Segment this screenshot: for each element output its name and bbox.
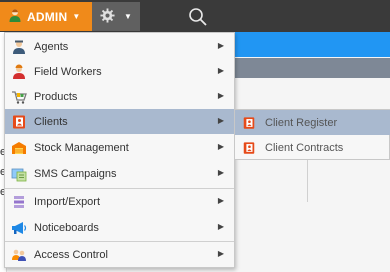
submenu-item-client-register[interactable]: Client Register — [235, 110, 390, 135]
agent-icon — [10, 38, 28, 56]
menu-item-label: Import/Export — [34, 195, 101, 208]
admin-dropdown-menu: Agents ▶ Field Workers ▶ Products ▶ Clie… — [4, 32, 235, 268]
search-icon[interactable] — [188, 7, 208, 27]
chevron-right-icon: ▶ — [217, 142, 224, 151]
menu-item-stock-management[interactable]: Stock Management ▶ — [5, 135, 234, 160]
chevron-right-icon: ▶ — [217, 41, 224, 50]
clients-submenu: Client Register Client Contracts — [235, 109, 390, 160]
menu-item-clients[interactable]: Clients ▶ — [5, 109, 234, 134]
chevron-right-icon: ▶ — [217, 116, 224, 125]
menu-item-label: Agents — [34, 40, 69, 53]
page-subheader-band — [235, 58, 390, 78]
stock-box-icon — [10, 139, 28, 157]
chevron-right-icon: ▶ — [217, 66, 224, 75]
chevron-down-icon: ▼ — [124, 12, 132, 21]
chevron-right-icon: ▶ — [217, 168, 224, 177]
megaphone-icon — [10, 219, 28, 237]
menu-item-sms-campaigns[interactable]: SMS Campaigns ▶ — [5, 161, 234, 186]
client-book-icon — [241, 140, 257, 156]
chevron-down-icon: ▼ — [72, 12, 81, 21]
menu-item-import-export[interactable]: Import/Export ▶ — [5, 189, 234, 214]
chevron-right-icon: ▶ — [217, 222, 224, 231]
submenu-item-label: Client Contracts — [265, 141, 344, 154]
client-book-icon — [10, 113, 28, 131]
access-users-icon — [10, 246, 28, 264]
gear-icon — [100, 7, 115, 26]
submenu-item-label: Client Register — [265, 116, 338, 129]
field-worker-icon — [10, 63, 28, 81]
menu-item-label: Clients — [34, 115, 68, 128]
chevron-right-icon: ▶ — [217, 249, 224, 258]
chevron-right-icon: ▶ — [217, 91, 224, 100]
chevron-right-icon: ▶ — [217, 196, 224, 205]
menu-item-agents[interactable]: Agents ▶ — [5, 34, 234, 59]
menu-item-label: Stock Management — [34, 141, 129, 154]
submenu-item-client-contracts[interactable]: Client Contracts — [235, 135, 390, 160]
admin-label: ADMIN — [27, 9, 68, 24]
settings-menu-button[interactable]: ▼ — [92, 2, 140, 31]
products-cart-icon — [10, 88, 28, 106]
import-export-icon — [10, 193, 28, 211]
top-bar: ADMIN ▼ ▼ — [0, 0, 390, 32]
menu-item-products[interactable]: Products ▶ — [5, 84, 234, 109]
menu-item-label: SMS Campaigns — [34, 167, 117, 180]
sms-icon — [10, 165, 28, 183]
menu-item-field-workers[interactable]: Field Workers ▶ — [5, 59, 234, 84]
client-book-icon — [241, 115, 257, 131]
admin-menu-button[interactable]: ADMIN ▼ — [0, 2, 92, 31]
menu-item-label: Field Workers — [34, 65, 102, 78]
user-icon — [8, 8, 22, 25]
divider — [307, 160, 308, 202]
menu-item-label: Noticeboards — [34, 221, 99, 234]
menu-item-access-control[interactable]: Access Control ▶ — [5, 242, 234, 267]
menu-item-noticeboards[interactable]: Noticeboards ▶ — [5, 215, 234, 240]
page-header-band — [235, 32, 390, 57]
menu-item-label: Products — [34, 90, 78, 103]
menu-item-label: Access Control — [34, 248, 108, 261]
